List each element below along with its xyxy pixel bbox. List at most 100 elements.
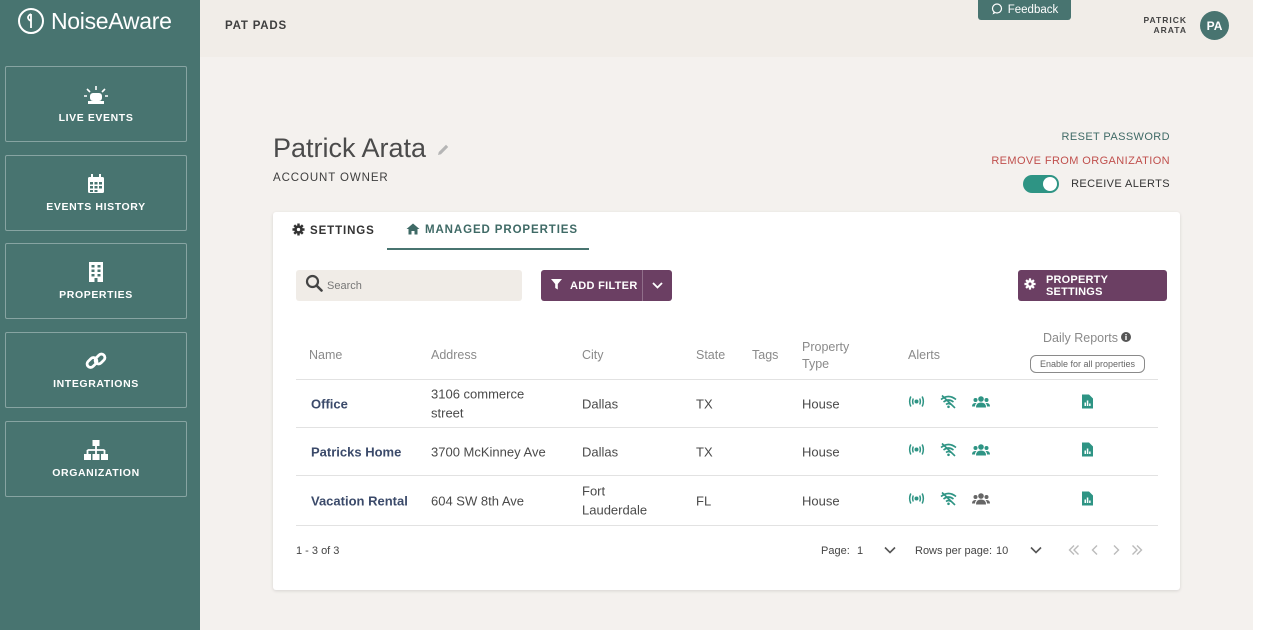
table-row: Vacation Rental 604 SW 8th Ave Fort Laud… [296, 476, 1158, 526]
search-icon [305, 274, 323, 297]
next-page-icon[interactable] [1110, 543, 1122, 559]
pencil-icon[interactable] [436, 133, 450, 164]
table-row: Office 3106 commerce street Dallas TX Ho… [296, 380, 1158, 428]
page-label: Page: [821, 545, 850, 557]
remove-from-organization-link[interactable]: REMOVE FROM ORGANIZATION [991, 155, 1170, 167]
info-icon[interactable] [1121, 330, 1132, 347]
page-select[interactable]: 1 [857, 545, 863, 557]
rows-per-page-label: Rows per page: [915, 545, 993, 557]
daily-report-icon[interactable] [1082, 442, 1093, 461]
sidebar-item-events-history[interactable]: EVENTS HISTORY [5, 155, 187, 231]
profile-name: Patrick Arata [273, 133, 450, 164]
table-footer: 1 - 3 of 3 Page: 1 Rows per page: 10 [296, 542, 1166, 562]
property-name-link[interactable]: Vacation Rental [311, 491, 408, 511]
feedback-button[interactable]: Feedback [978, 0, 1071, 20]
properties-table: Name Address City State Tags Property Ty… [296, 330, 1158, 526]
chevron-down-icon[interactable] [1030, 545, 1042, 557]
add-filter-button[interactable]: ADD FILTER [541, 270, 672, 301]
search-input[interactable] [327, 279, 507, 292]
property-address: 604 SW 8th Ave [431, 492, 524, 508]
property-state: TX [696, 443, 713, 459]
reset-password-link[interactable]: RESET PASSWORD [1062, 131, 1171, 143]
property-name-link[interactable]: Patricks Home [311, 442, 401, 462]
prev-page-icon[interactable] [1089, 543, 1101, 559]
link-icon [85, 350, 107, 372]
wifi-off-icon[interactable] [940, 442, 957, 461]
tab-managed-properties[interactable]: MANAGED PROPERTIES [387, 212, 589, 250]
receive-alerts-toggle[interactable] [1023, 175, 1060, 193]
sidebar-item-label: LIVE EVENTS [58, 112, 134, 124]
search-box [296, 270, 522, 301]
daily-report-icon[interactable] [1082, 394, 1093, 413]
tab-managed-properties-label: MANAGED PROPERTIES [425, 224, 578, 236]
col-state[interactable]: State [696, 347, 725, 364]
rows-per-page-select[interactable]: 10 [996, 545, 1008, 557]
guests-icon[interactable] [972, 443, 990, 461]
sidebar-item-label: PROPERTIES [59, 289, 133, 301]
sidebar-item-properties[interactable]: PROPERTIES [5, 243, 187, 319]
filter-icon [551, 278, 562, 293]
guests-icon[interactable] [972, 395, 990, 413]
first-page-icon[interactable] [1068, 543, 1080, 559]
add-filter-dropdown[interactable] [643, 280, 672, 292]
sensor-broadcast-icon[interactable] [908, 492, 925, 510]
guests-icon-disabled[interactable] [972, 492, 990, 510]
property-type: House [802, 443, 840, 459]
col-alerts[interactable]: Alerts [908, 347, 940, 364]
address-line-1: 3106 commerce [431, 386, 525, 401]
chevron-down-icon [652, 280, 663, 292]
avatar[interactable]: PA [1200, 11, 1229, 40]
organization-name: PAT PADS [225, 20, 287, 32]
property-city: Fort Lauderdale [582, 481, 647, 520]
sidebar-item-integrations[interactable]: INTEGRATIONS [5, 332, 187, 408]
sidebar-item-organization[interactable]: ORGANIZATION [5, 421, 187, 497]
gear-icon [292, 223, 305, 239]
alert-icons [908, 491, 990, 510]
add-filter-main[interactable]: ADD FILTER [541, 270, 643, 301]
col-daily-reports-label: Daily Reports [1043, 331, 1119, 345]
user-name[interactable]: PATRICK ARATA [1143, 15, 1187, 35]
property-address: 3700 McKinney Ave [431, 443, 546, 459]
building-icon [89, 261, 103, 283]
property-settings-button[interactable]: PROPERTY SETTINGS [1018, 270, 1167, 301]
add-filter-label: ADD FILTER [570, 279, 638, 292]
col-address[interactable]: Address [431, 347, 477, 364]
sidebar-item-live-events[interactable]: LIVE EVENTS [5, 66, 187, 142]
property-settings-label: PROPERTY SETTINGS [1046, 273, 1108, 298]
city-line-2: Lauderdale [582, 502, 648, 518]
profile-role: ACCOUNT OWNER [273, 172, 389, 184]
daily-report-icon[interactable] [1082, 491, 1093, 510]
calendar-icon [87, 173, 105, 195]
alert-icons [908, 442, 990, 461]
chat-bubble-icon [991, 2, 1003, 18]
col-property-type-line1: Property [802, 340, 850, 354]
col-city[interactable]: City [582, 347, 604, 364]
profile-card: SETTINGS MANAGED PROPERTIES ADD FILTER [273, 212, 1180, 590]
sidebar-item-label: INTEGRATIONS [53, 378, 139, 390]
col-property-type[interactable]: Property Type [802, 339, 849, 373]
chevron-down-icon[interactable] [884, 545, 896, 557]
last-page-icon[interactable] [1131, 543, 1143, 559]
home-icon [406, 223, 420, 238]
sensor-broadcast-icon[interactable] [908, 395, 925, 413]
tab-settings[interactable]: SETTINGS [292, 212, 375, 250]
sidebar-item-label: ORGANIZATION [52, 467, 140, 479]
logo-icon [18, 8, 44, 34]
property-city: Dallas [582, 443, 619, 459]
col-name[interactable]: Name [309, 347, 342, 364]
sensor-broadcast-icon[interactable] [908, 443, 925, 461]
enable-all-reports-button[interactable]: Enable for all properties [1030, 355, 1145, 373]
scrollbar-track [1253, 0, 1266, 630]
wifi-off-icon[interactable] [940, 394, 957, 413]
property-name-link[interactable]: Office [311, 394, 348, 414]
wifi-off-icon[interactable] [940, 491, 957, 510]
app-logo[interactable]: NoiseAware [18, 6, 172, 36]
tab-settings-label: SETTINGS [310, 225, 375, 237]
row-count: 1 - 3 of 3 [296, 545, 340, 557]
address-line-2: street [431, 405, 464, 421]
col-tags[interactable]: Tags [752, 347, 778, 364]
table-header: Name Address City State Tags Property Ty… [296, 330, 1158, 380]
user-last-name: ARATA [1153, 25, 1187, 35]
org-chart-icon [84, 439, 108, 461]
gear-icon [1024, 278, 1036, 293]
